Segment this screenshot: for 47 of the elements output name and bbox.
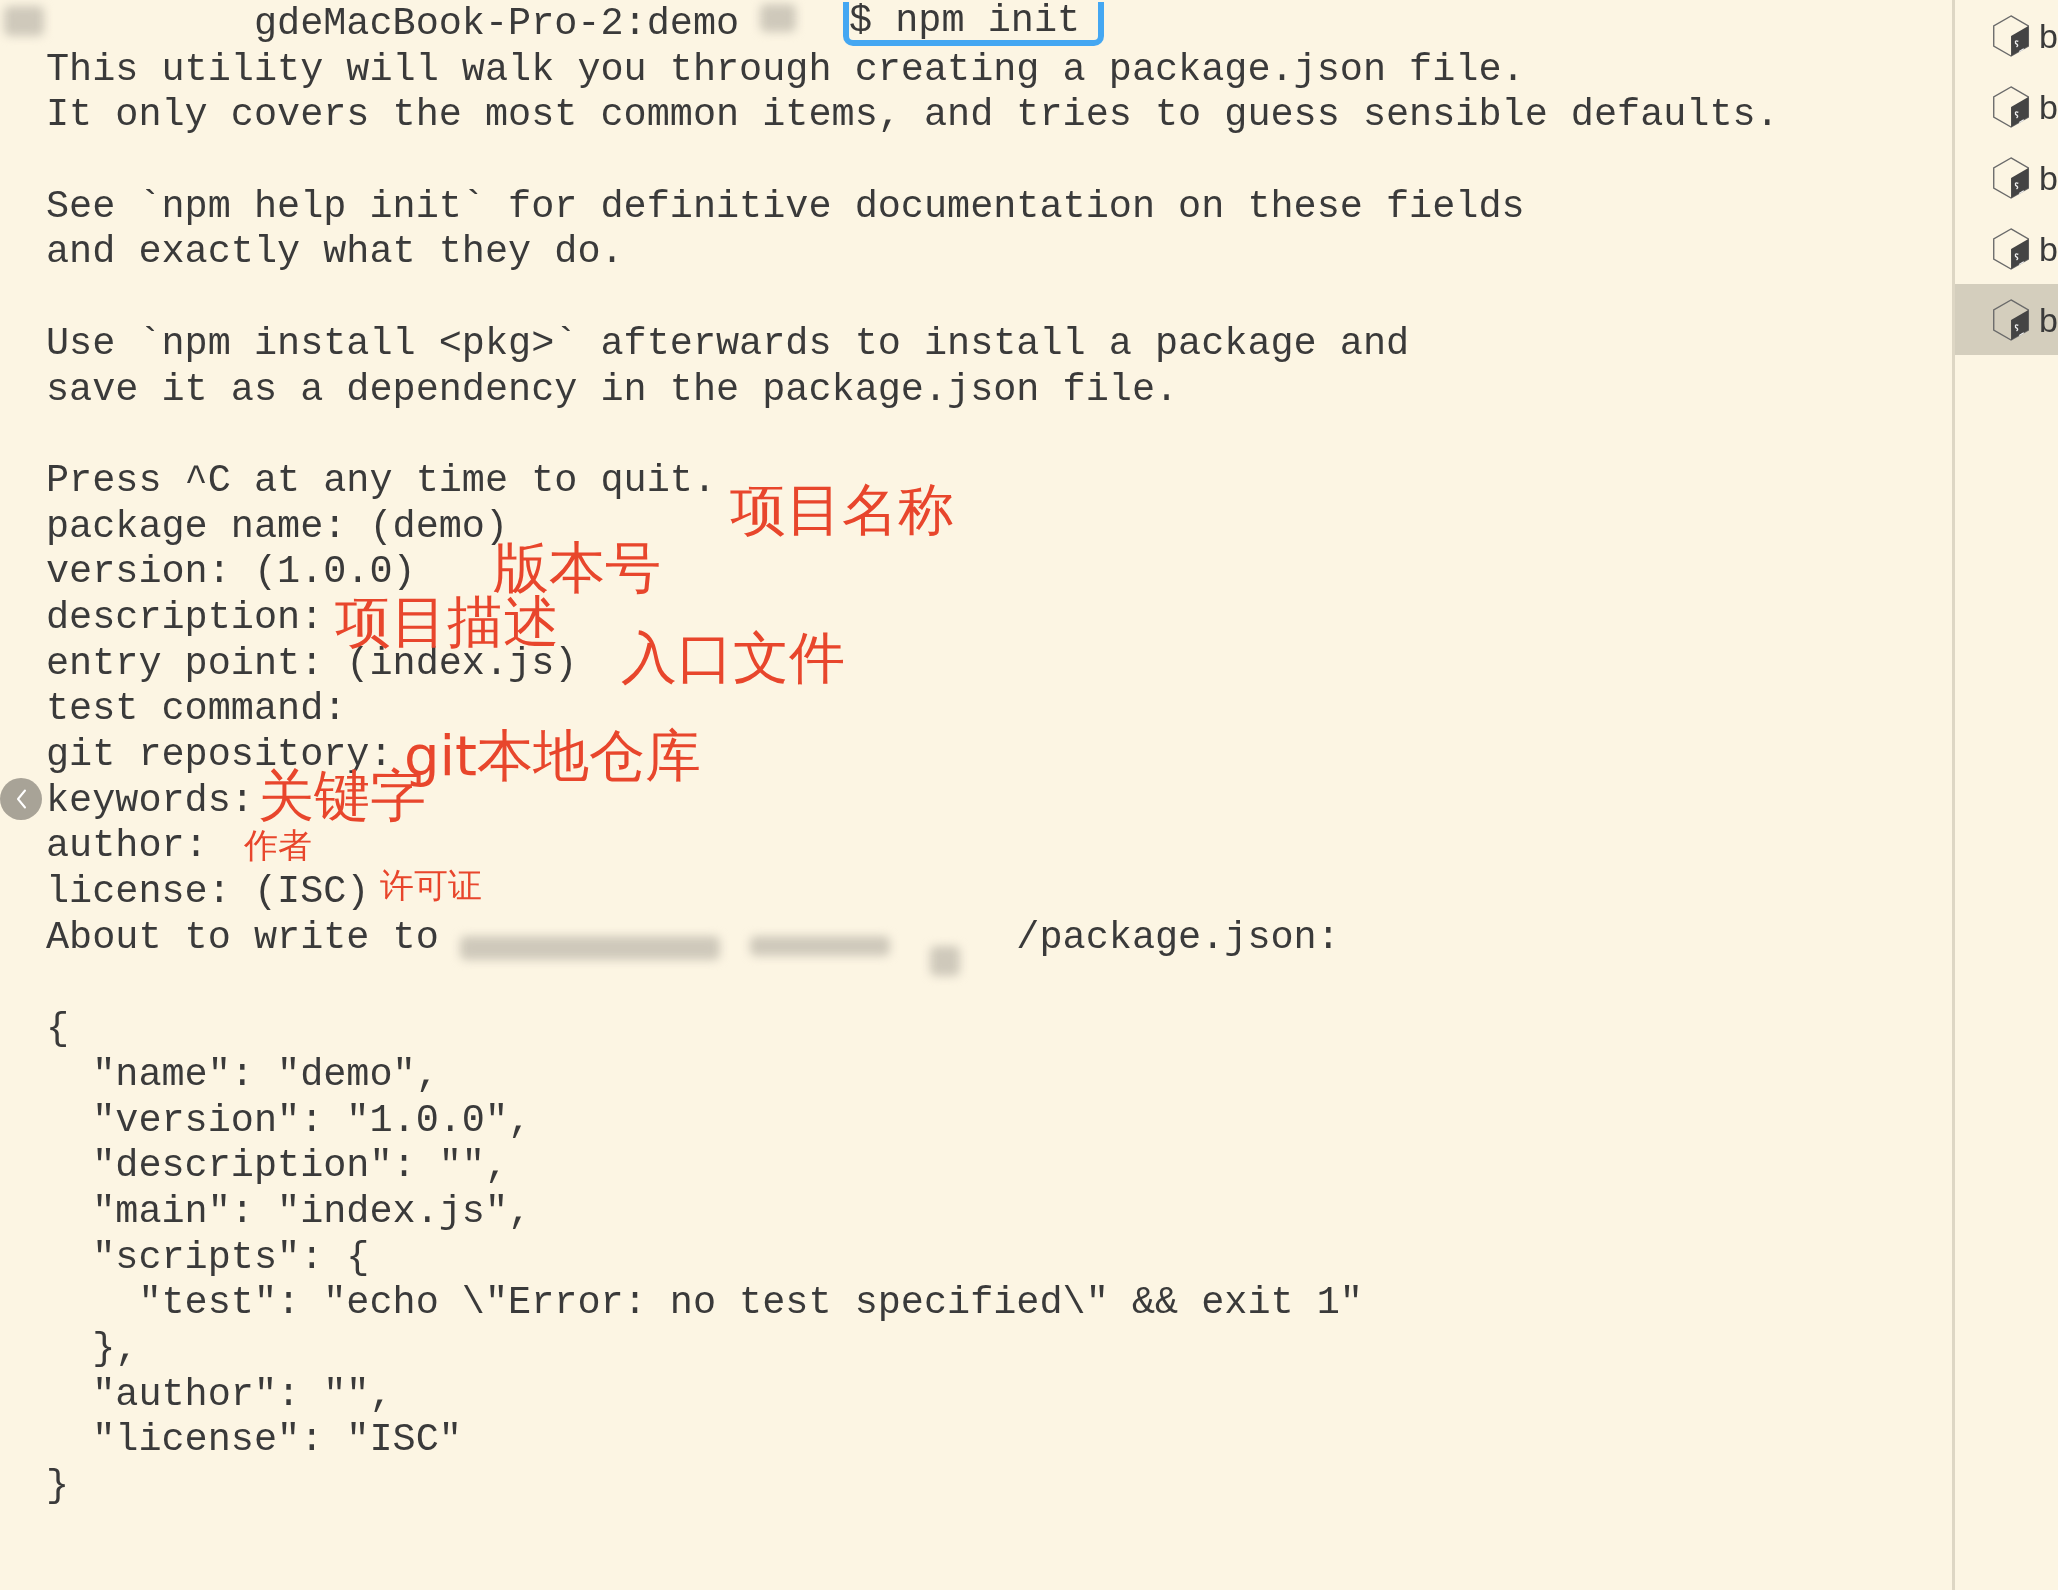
annotation-text: 作者 xyxy=(244,828,312,862)
terminal-line: save it as a dependency in the package.json file. xyxy=(46,367,1179,412)
terminal-line: keywords: xyxy=(46,778,254,823)
annotation-text: 项目名称 xyxy=(730,482,954,538)
back-button[interactable] xyxy=(0,778,42,820)
annotation-text: 许可证 xyxy=(380,868,482,902)
sidebar-label: b xyxy=(2039,18,2058,53)
terminal-line: } xyxy=(46,1464,70,1508)
terminal-line: test command: xyxy=(46,687,347,732)
sidebar-item[interactable]: b xyxy=(1955,213,2058,284)
terminal-line: See `npm help init` for definitive documentation on these fields xyxy=(46,184,1525,229)
terminal-line: It only covers the most common items, and tries to guess sensible defaults. xyxy=(46,93,1779,138)
sidebar-item[interactable]: b xyxy=(1955,0,2058,71)
terminal-line: "name": "demo", xyxy=(91,1052,439,1097)
terminal-line: }, xyxy=(91,1326,139,1371)
terminal-line: description: xyxy=(46,595,324,640)
highlighted-command: $ npm init xyxy=(843,2,1105,46)
sidebar-label: b xyxy=(2039,160,2058,195)
sidebar-item[interactable]: b xyxy=(1955,71,2058,142)
terminal-line: Press ^C at any time to quit. xyxy=(46,458,716,503)
terminal-line: "author": "", xyxy=(91,1372,393,1417)
terminal-line: version: (1.0.0) xyxy=(46,550,416,595)
sidebar-item[interactable]: b xyxy=(1955,142,2058,213)
annotation-text: 入口文件 xyxy=(621,630,845,686)
sidebar-label: b xyxy=(2039,231,2058,266)
sidebar-label: b xyxy=(2039,89,2058,124)
sidebar-label: b xyxy=(2039,302,2058,337)
chevron-left-icon xyxy=(15,789,27,809)
terminal-line: "license": "ISC" xyxy=(91,1418,462,1463)
terminal-line: "test": "echo \"Error: no test specified\" && exit 1" xyxy=(137,1281,1363,1326)
terminal-line: { xyxy=(46,1007,70,1052)
terminal-line: "scripts": { xyxy=(91,1235,370,1280)
terminal-line: "main": "index.js", xyxy=(91,1189,532,1234)
blur-patch xyxy=(930,946,960,976)
blur-patch xyxy=(4,6,44,36)
terminal-line: license: (ISC) xyxy=(46,870,370,915)
terminal-line: /package.json: xyxy=(1016,915,1340,960)
terminal-line: "version": "1.0.0", xyxy=(91,1098,532,1143)
terminal-line: "description": "", xyxy=(91,1144,509,1189)
sidebar-item[interactable]: b xyxy=(1955,284,2058,355)
blur-patch xyxy=(760,4,796,32)
terminal-line: Use `npm install <pkg>` afterwards to install a package and xyxy=(46,321,1410,366)
prompt-host: gdeMacBook-Pro-2:demo xyxy=(253,2,740,46)
terminal-line: author: xyxy=(46,824,208,869)
terminal-line: About to write to xyxy=(46,915,439,960)
terminal-line: and exactly what they do. xyxy=(46,230,624,275)
terminal-line: This utility will walk you through creating a package.json file. xyxy=(46,47,1525,92)
